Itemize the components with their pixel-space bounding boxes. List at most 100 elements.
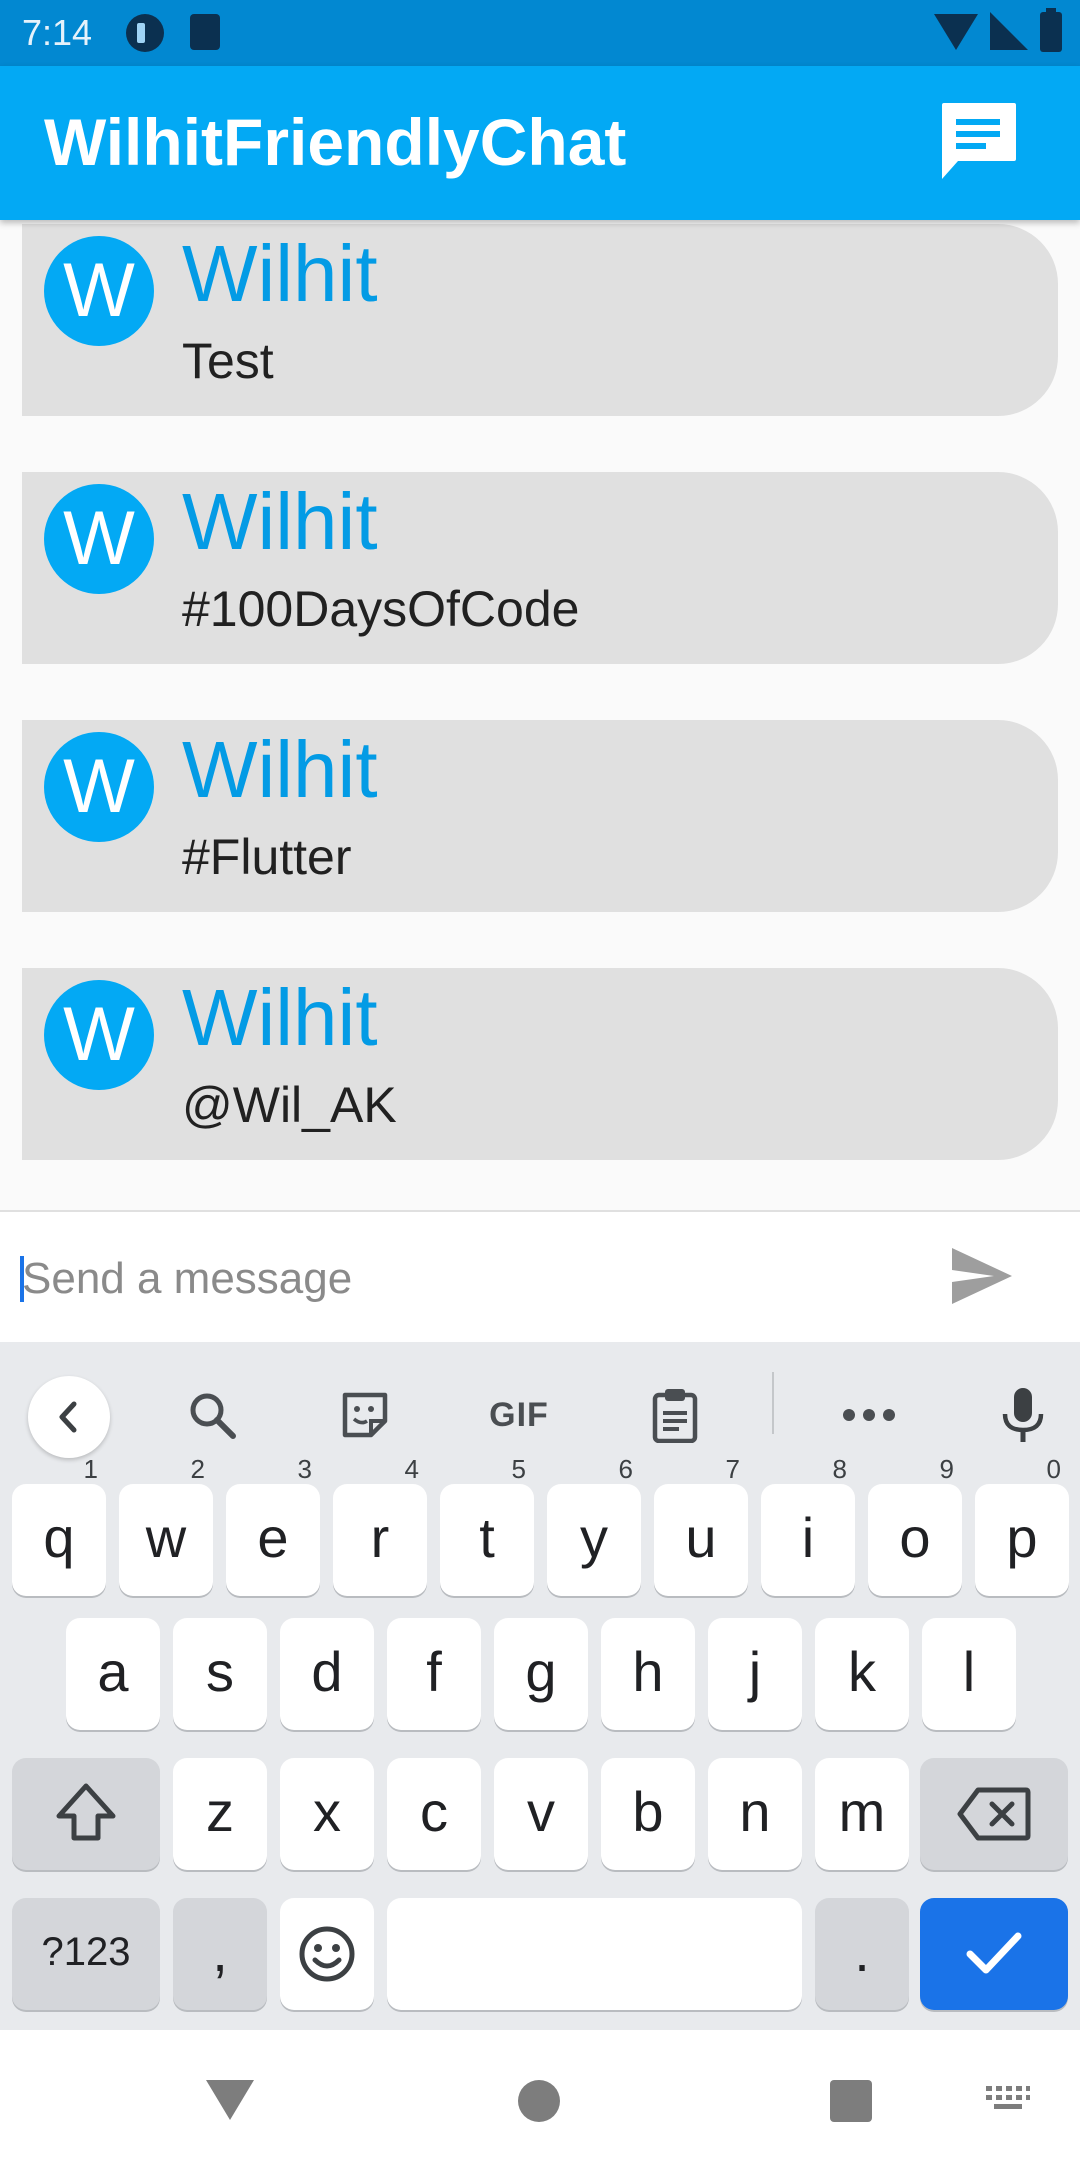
app-title: WilhitFriendlyChat	[44, 105, 627, 179]
signal-icon	[990, 12, 1028, 52]
key-hint: 8	[832, 1454, 847, 1484]
symbols-key[interactable]: ?123	[12, 1898, 160, 2010]
key-label: i	[801, 1506, 815, 1569]
keyboard-toolbar: GIF	[0, 1342, 1080, 1466]
clipboard-icon[interactable]	[640, 1380, 710, 1450]
key-k[interactable]: k	[815, 1618, 909, 1730]
key-n[interactable]: n	[708, 1758, 802, 1870]
message-item: W Wilhit Test	[22, 224, 1058, 416]
key-label: u	[685, 1506, 717, 1569]
key-t[interactable]: t5	[440, 1456, 534, 1596]
send-icon[interactable]	[950, 1246, 1014, 1306]
key-w[interactable]: w2	[119, 1456, 213, 1596]
key-i[interactable]: i8	[761, 1456, 855, 1596]
key-hint: 0	[1046, 1454, 1061, 1484]
chevron-left-icon[interactable]	[28, 1376, 110, 1458]
key-g[interactable]: g	[494, 1618, 588, 1730]
key-hint: 5	[511, 1454, 526, 1484]
keyboard-switch-icon[interactable]	[986, 2086, 1030, 2114]
key-label: r	[370, 1506, 390, 1569]
key-hint: 9	[939, 1454, 954, 1484]
app-bar: WilhitFriendlyChat	[0, 66, 1080, 220]
avatar: W	[44, 732, 154, 842]
backspace-key[interactable]	[920, 1758, 1068, 1870]
status-bar: 7:14	[0, 0, 1080, 66]
key-hint: 7	[725, 1454, 740, 1484]
microphone-icon[interactable]	[988, 1380, 1058, 1450]
key-m[interactable]: m	[815, 1758, 909, 1870]
message-text: @Wil_AK	[182, 1077, 397, 1133]
key-hint: 6	[618, 1454, 633, 1484]
avatar: W	[44, 236, 154, 346]
key-label: p	[1006, 1506, 1038, 1569]
home-nav-icon[interactable]	[518, 2080, 560, 2122]
key-hint: 2	[190, 1454, 205, 1484]
shift-icon	[56, 1783, 116, 1841]
message-text: #Flutter	[182, 829, 352, 885]
battery-icon	[1040, 8, 1062, 52]
navigation-bar	[0, 2030, 1080, 2160]
key-h[interactable]: h	[601, 1618, 695, 1730]
key-s[interactable]: s	[173, 1618, 267, 1730]
key-l[interactable]: l	[922, 1618, 1016, 1730]
period-key[interactable]: .	[815, 1898, 909, 2010]
message-item: W Wilhit #Flutter	[22, 720, 1058, 912]
avatar: W	[44, 484, 154, 594]
comma-key[interactable]: ,	[173, 1898, 267, 2010]
compose-bar	[0, 1212, 1080, 1342]
sender-name: Wilhit	[182, 229, 378, 318]
key-label: y	[580, 1506, 608, 1569]
key-hint: 4	[404, 1454, 419, 1484]
search-icon[interactable]	[177, 1380, 247, 1450]
key-b[interactable]: b	[601, 1758, 695, 1870]
space-key[interactable]	[387, 1898, 802, 2010]
enter-key[interactable]	[920, 1898, 1068, 2010]
message-text: Test	[182, 333, 274, 389]
key-z[interactable]: z	[173, 1758, 267, 1870]
sender-name: Wilhit	[182, 477, 378, 566]
key-hint: 1	[83, 1454, 98, 1484]
emoji-icon	[299, 1926, 355, 1982]
message-item: W Wilhit #100DaysOfCode	[22, 472, 1058, 664]
key-u[interactable]: u7	[654, 1456, 748, 1596]
key-label: e	[257, 1506, 289, 1569]
notification-app-icon	[126, 14, 164, 52]
sender-name: Wilhit	[182, 973, 378, 1062]
toolbar-separator	[772, 1372, 774, 1434]
key-a[interactable]: a	[66, 1618, 160, 1730]
chat-icon[interactable]	[938, 101, 1018, 183]
key-label: w	[145, 1506, 187, 1569]
key-x[interactable]: x	[280, 1758, 374, 1870]
key-c[interactable]: c	[387, 1758, 481, 1870]
text-cursor	[20, 1256, 24, 1302]
backspace-icon	[957, 1787, 1031, 1841]
gif-button[interactable]: GIF	[484, 1380, 554, 1450]
recents-nav-icon[interactable]	[830, 2080, 872, 2122]
sender-name: Wilhit	[182, 725, 378, 814]
key-d[interactable]: d	[280, 1618, 374, 1730]
key-o[interactable]: o9	[868, 1456, 962, 1596]
key-r[interactable]: r4	[333, 1456, 427, 1596]
key-label: t	[479, 1506, 495, 1569]
message-list[interactable]: W Wilhit Test W Wilhit #100DaysOfCode W …	[0, 220, 1080, 1210]
status-time: 7:14	[22, 12, 93, 53]
shift-key[interactable]	[12, 1758, 160, 1870]
key-label: o	[899, 1506, 931, 1569]
key-e[interactable]: e3	[226, 1456, 320, 1596]
back-nav-icon[interactable]	[206, 2080, 254, 2120]
key-hint: 3	[297, 1454, 312, 1484]
message-input[interactable]	[22, 1244, 902, 1314]
key-p[interactable]: p0	[975, 1456, 1069, 1596]
key-label: q	[43, 1506, 75, 1569]
key-j[interactable]: j	[708, 1618, 802, 1730]
key-q[interactable]: q1	[12, 1456, 106, 1596]
sd-card-icon	[190, 14, 220, 50]
sticker-icon[interactable]	[330, 1380, 400, 1450]
check-icon	[966, 1932, 1022, 1974]
key-f[interactable]: f	[387, 1618, 481, 1730]
emoji-key[interactable]	[280, 1898, 374, 2010]
more-icon[interactable]	[834, 1380, 904, 1450]
key-v[interactable]: v	[494, 1758, 588, 1870]
wifi-icon	[934, 12, 978, 52]
key-y[interactable]: y6	[547, 1456, 641, 1596]
